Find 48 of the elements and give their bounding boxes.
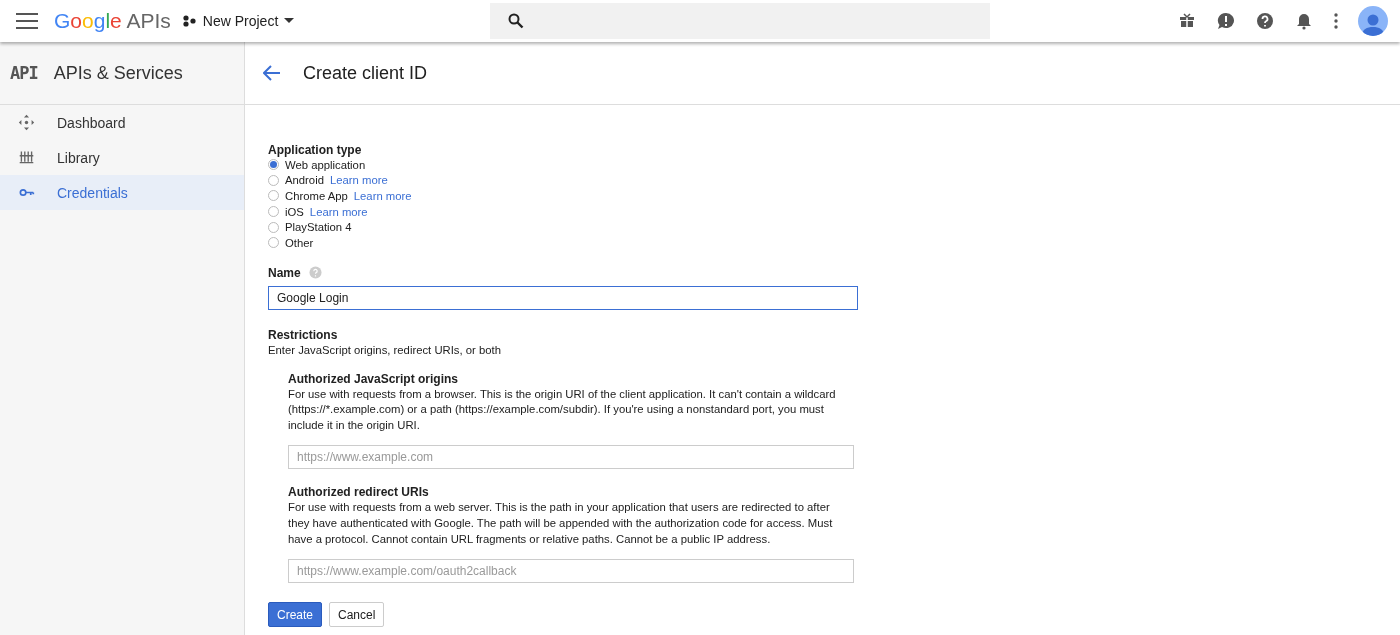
project-icon	[182, 15, 197, 27]
google-apis-logo[interactable]: Google APIs	[54, 9, 171, 33]
feedback-icon[interactable]	[1216, 11, 1236, 31]
sidebar-item[interactable]: Dashboard	[0, 105, 244, 140]
sidebar-title: APIs & Services	[53, 62, 183, 84]
sidebar-item[interactable]: Credentials	[0, 175, 244, 210]
field-label: Application type	[268, 143, 363, 157]
library-icon	[18, 149, 35, 166]
project-selector[interactable]: New Project	[182, 13, 295, 29]
learn-more-link[interactable]: Learn more	[329, 174, 388, 187]
radio-label[interactable]: Android	[285, 174, 324, 187]
uri-field[interactable]: https://www.example.com	[288, 445, 854, 470]
field-description: For use with requests from a web server. This is the path in your application that users are redirected to after they have authenticated with Google. The path will be appended with the authorization code for access. Must have a protocol. Cannot contain URL fragments or relative paths. Cannot be a public IP address.	[288, 500, 834, 547]
sidebar-item[interactable]: Library	[0, 140, 244, 175]
field-label: Name	[268, 265, 301, 280]
uri-field[interactable]: https://www.example.com/oauth2callback	[288, 559, 854, 584]
more-icon[interactable]	[1333, 11, 1339, 31]
help-icon[interactable]	[1255, 11, 1275, 31]
learn-more-link[interactable]: Learn more	[309, 205, 368, 218]
radio-label[interactable]: Web application	[285, 158, 366, 171]
back-icon[interactable]	[263, 64, 281, 82]
section-subtitle: Enter JavaScript origins, redirect URIs, or both	[268, 343, 502, 356]
name-field[interactable]: Google Login	[268, 285, 858, 310]
page-title: Create client ID	[303, 62, 428, 84]
learn-more-link[interactable]: Learn more	[353, 190, 412, 202]
radio-button[interactable]	[268, 159, 279, 171]
search-icon	[508, 13, 525, 29]
field-label: Authorized JavaScript origins	[288, 371, 460, 386]
field-description: For use with requests from a browser. This is the origin URI of the client application. It can't contain a wildcard (https://*.example.com) or a path (https://example.com/subdir). If you're using a nonstandard port, you must include it in the origin URI.	[288, 386, 837, 433]
move-arrows-icon	[18, 114, 35, 131]
create-button[interactable]: Create	[268, 602, 323, 628]
api-logo: API	[10, 63, 38, 83]
radio-button[interactable]	[268, 237, 279, 249]
search-field[interactable]	[490, 3, 991, 39]
radio-button[interactable]	[268, 206, 279, 218]
radio-label[interactable]: iOS	[285, 205, 304, 218]
radio-label[interactable]: Chrome App	[285, 190, 348, 202]
radio-label[interactable]: Other	[285, 236, 314, 249]
cancel-button[interactable]: Cancel	[329, 602, 385, 628]
menu-icon[interactable]	[16, 13, 38, 29]
radio-button[interactable]	[268, 221, 279, 233]
avatar[interactable]	[1358, 6, 1388, 36]
radio-label[interactable]: PlayStation 4	[285, 221, 352, 234]
radio-button[interactable]	[268, 174, 279, 186]
radio-button[interactable]	[268, 190, 279, 202]
section-title: Restrictions	[268, 327, 339, 342]
caret-icon	[284, 18, 295, 24]
field-label: Authorized redirect URIs	[288, 485, 430, 500]
